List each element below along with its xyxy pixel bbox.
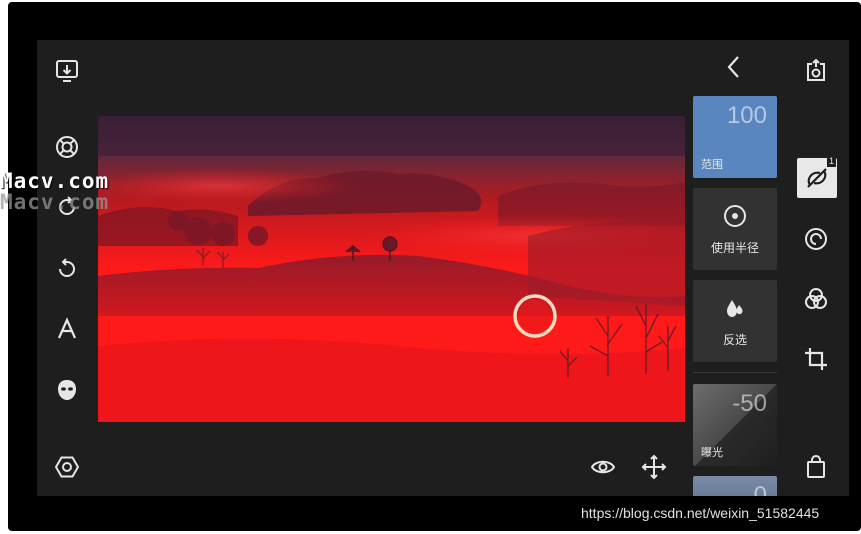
editor-screen: 100 范围 使用半径 反选 -50 曝光 0 1 [37, 40, 849, 496]
back-chevron-icon[interactable] [719, 52, 749, 82]
move-icon[interactable] [639, 452, 669, 482]
range-panel[interactable]: 100 范围 [693, 96, 777, 178]
color-circles-icon[interactable] [799, 282, 833, 316]
invert-drops-icon [693, 296, 777, 322]
bag-icon[interactable] [799, 450, 833, 484]
undo-icon[interactable] [50, 252, 84, 286]
exposure-value: -50 [732, 390, 767, 417]
radius-label: 使用半径 [710, 241, 759, 255]
lifebuoy-icon[interactable] [50, 130, 84, 164]
eye-icon[interactable] [588, 452, 618, 482]
face-mask-icon[interactable] [50, 373, 84, 407]
radius-panel[interactable]: 使用半径 [693, 188, 777, 270]
device-frame: 100 范围 使用半径 反选 -50 曝光 0 1 [8, 2, 861, 531]
brush-cursor[interactable] [513, 294, 557, 338]
invert-panel[interactable]: 反选 [693, 280, 777, 362]
selective-brush-badge: 1 [826, 156, 836, 167]
panel-divider [693, 372, 777, 373]
range-value: 100 [726, 102, 767, 129]
export-screen-icon[interactable] [50, 54, 84, 88]
text-tool-icon[interactable] [50, 312, 84, 346]
share-icon[interactable] [799, 54, 833, 88]
crop-icon[interactable] [799, 342, 833, 376]
radial-icon[interactable] [799, 222, 833, 256]
next-value: 0 [753, 482, 767, 496]
next-panel[interactable]: 0 [693, 476, 777, 496]
blog-url-watermark: https://blog.csdn.net/weixin_51582445 [581, 505, 820, 521]
exposure-panel[interactable]: -50 曝光 [693, 384, 777, 466]
settings-hex-icon[interactable] [50, 450, 84, 484]
invert-label: 反选 [722, 333, 747, 347]
range-label: 范围 [701, 159, 723, 171]
selective-brush-icon[interactable]: 1 [797, 156, 837, 198]
photo-canvas[interactable] [98, 116, 685, 422]
radius-target-icon [693, 204, 777, 228]
exposure-label: 曝光 [701, 447, 723, 459]
site-watermark-bottom: Macv.com [0, 190, 110, 214]
